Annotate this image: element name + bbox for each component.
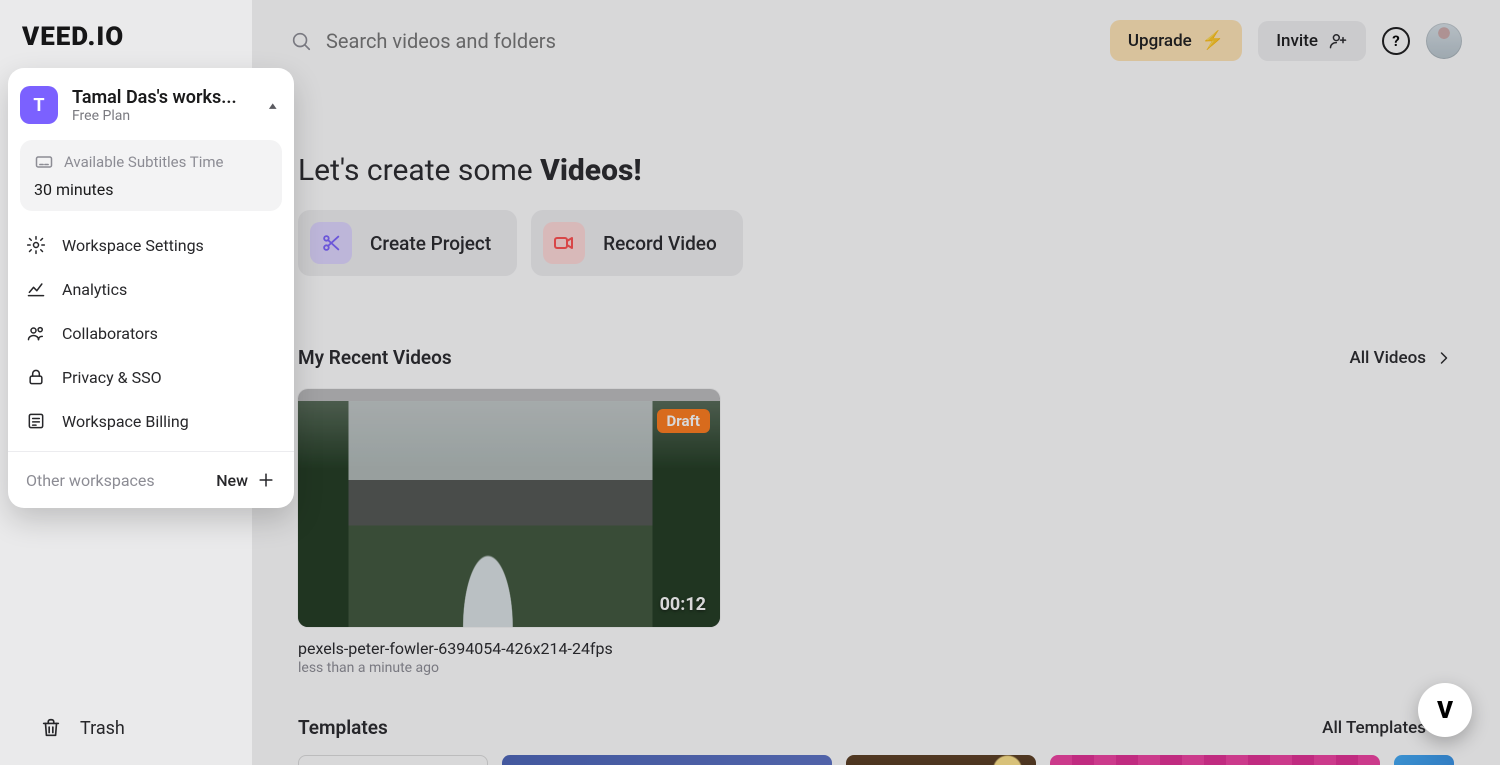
camera-icon [543,222,585,264]
trash-icon [40,717,62,739]
templates-section-header: Templates All Templates [252,676,1500,739]
trash-label: Trash [80,718,125,739]
invite-icon [1328,31,1348,51]
workspace-dropdown: T Tamal Das's works... Free Plan ▴ Avail… [8,68,294,508]
workspace-plan: Free Plan [72,108,256,124]
help-button[interactable]: ? [1382,27,1410,55]
subtitles-time-card[interactable]: Available Subtitles Time 30 minutes [20,140,282,211]
scissors-icon [310,222,352,264]
video-card[interactable]: Draft 00:12 pexels-peter-fowler-6394054-… [298,389,720,676]
menu-label: Workspace Settings [62,236,204,255]
template-pink-stripes[interactable] [1050,755,1380,765]
menu-workspace-settings[interactable]: Workspace Settings [8,223,294,267]
recent-section-header: My Recent Videos All Videos [252,276,1500,369]
menu-label: Analytics [62,280,127,299]
video-thumbnail[interactable]: Draft 00:12 [298,389,720,627]
search-field[interactable] [290,29,1094,53]
help-icon: ? [1392,32,1399,50]
hero-title-bold: Videos! [540,153,641,188]
workspace-switcher[interactable]: T Tamal Das's works... Free Plan ▴ [8,82,294,134]
chevron-right-icon [1434,348,1454,368]
all-videos-link[interactable]: All Videos [1349,348,1454,368]
template-dark[interactable] [846,755,1036,765]
floating-action-button[interactable]: V [1418,683,1472,737]
all-videos-label: All Videos [1349,348,1426,368]
template-media-creative[interactable]: MEDIA CREATIVE [ LOGO ] [502,755,832,765]
topbar: Upgrade ⚡ Invite ? [252,0,1500,61]
templates-row: MEDIA CREATIVE [ LOGO ] [252,739,1500,765]
workspace-name: Tamal Das's works... [72,87,256,108]
sidebar-item-trash[interactable]: Trash [0,699,252,765]
bolt-icon: ⚡ [1202,30,1224,51]
search-icon [290,30,312,52]
menu-label: Workspace Billing [62,412,189,431]
brand-logo: VEED.IO [0,0,252,68]
analytics-icon [26,279,46,299]
create-label: Create Project [370,232,491,255]
create-project-button[interactable]: Create Project [298,210,517,276]
sidebar: VEED.IO T Tamal Das's works... Free Plan… [0,0,252,765]
other-workspaces-label: Other workspaces [26,471,155,490]
fab-label: V [1437,696,1453,724]
menu-label: Privacy & SSO [62,368,162,387]
search-input[interactable] [326,29,726,53]
user-avatar[interactable] [1426,23,1462,59]
gear-icon [26,235,46,255]
menu-privacy-sso[interactable]: Privacy & SSO [8,355,294,399]
menu-workspace-billing[interactable]: Workspace Billing [8,399,294,443]
template-blue[interactable] [1394,755,1454,765]
template-blank[interactable] [298,755,488,765]
menu-label: Collaborators [62,324,158,343]
collaborators-icon [26,323,46,343]
lock-icon [26,367,46,387]
record-video-button[interactable]: Record Video [531,210,743,276]
templates-title: Templates [298,716,388,739]
video-duration: 00:12 [660,594,706,615]
thumbnail-image [298,401,720,627]
record-label: Record Video [603,232,717,255]
video-timestamp: less than a minute ago [298,660,720,676]
upgrade-button[interactable]: Upgrade ⚡ [1110,20,1242,61]
all-templates-label: All Templates [1322,718,1426,738]
menu-analytics[interactable]: Analytics [8,267,294,311]
subtitles-value: 30 minutes [34,180,268,199]
chevron-up-icon: ▴ [269,99,277,112]
main-content: Upgrade ⚡ Invite ? Let's create some Vid… [252,0,1500,765]
subtitles-icon [34,152,54,172]
workspace-title-box: Tamal Das's works... Free Plan [72,87,256,124]
divider [8,451,294,452]
hero-title: Let's create some Videos! [298,153,1454,188]
new-label: New [216,471,248,490]
recent-title: My Recent Videos [298,346,452,369]
menu-collaborators[interactable]: Collaborators [8,311,294,355]
hero-title-prefix: Let's create some [298,153,540,188]
workspace-avatar: T [20,86,58,124]
recent-videos-list: Draft 00:12 pexels-peter-fowler-6394054-… [252,369,1500,676]
invite-label: Invite [1276,31,1318,51]
plus-icon [256,470,276,490]
video-title: pexels-peter-fowler-6394054-426x214-24fp… [298,639,720,658]
billing-icon [26,411,46,431]
subtitles-caption: Available Subtitles Time [64,153,223,171]
upgrade-label: Upgrade [1128,31,1192,51]
new-workspace-button[interactable]: New [216,470,276,490]
draft-badge: Draft [657,409,710,433]
invite-button[interactable]: Invite [1258,21,1366,61]
hero: Let's create some Videos! Create Project… [252,61,1500,276]
